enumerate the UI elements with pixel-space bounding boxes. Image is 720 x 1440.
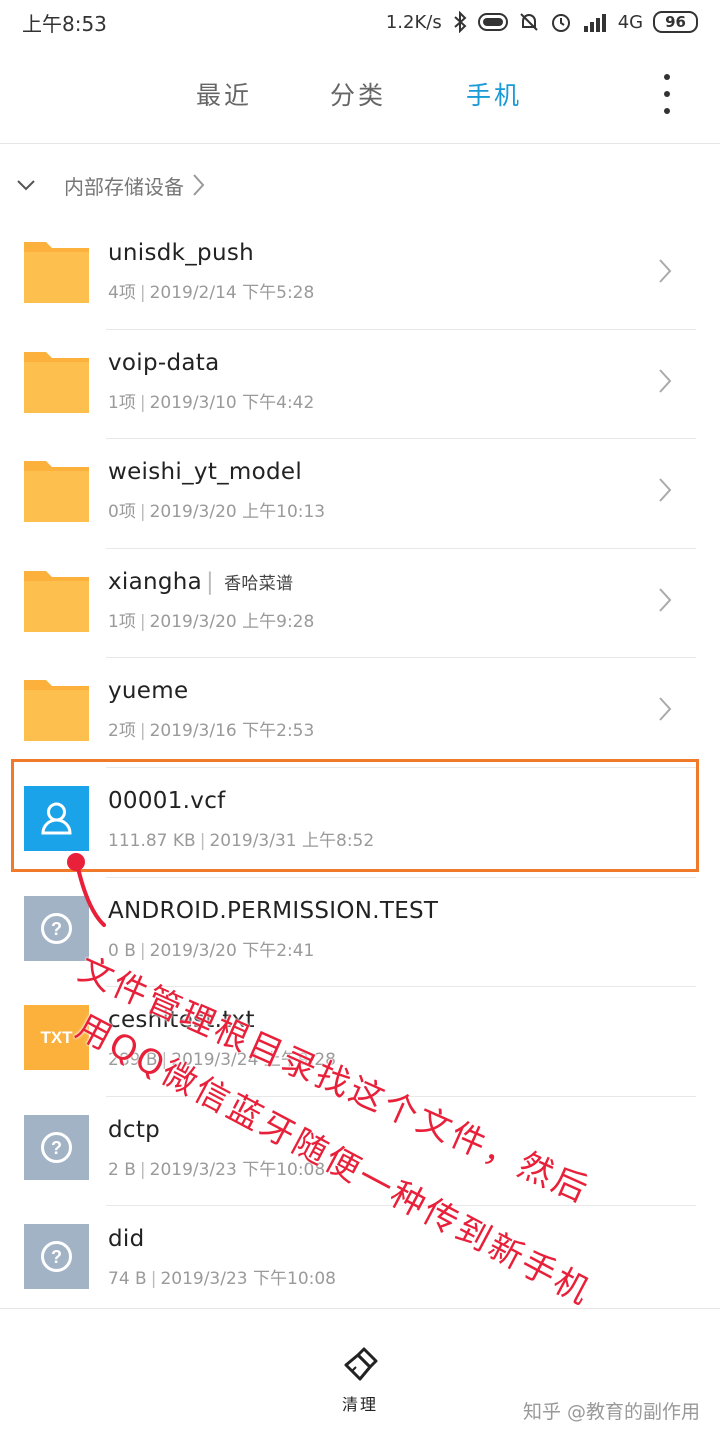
alarm-icon	[551, 14, 570, 32]
file-meta: 0 B | 2019/3/20 下午2:41	[108, 940, 315, 961]
status-bar: 上午8:53 1.2K/s 4G 96	[0, 0, 720, 44]
chevron-right-icon	[659, 697, 672, 722]
svg-text:?: ?	[51, 1247, 62, 1267]
breadcrumb[interactable]: 内部存储设备	[0, 150, 720, 220]
contact-icon	[24, 785, 89, 851]
chevron-down-icon	[17, 180, 35, 191]
txt-file-icon: TXT	[24, 1005, 89, 1071]
svg-text:?: ?	[51, 1138, 62, 1158]
tab-category[interactable]: 分类	[330, 76, 386, 112]
unknown-file-icon: ?	[24, 1114, 89, 1180]
file-meta: 1项 | 2019/3/20 上午9:28	[108, 611, 315, 632]
file-name: did	[108, 1226, 145, 1253]
folder-icon	[24, 461, 89, 523]
list-item[interactable]: xiangha | 香哈菜谱 1项 | 2019/3/20 上午9:28	[0, 549, 720, 659]
file-name: unisdk_push	[108, 240, 254, 266]
breadcrumb-label: 内部存储设备	[64, 174, 184, 199]
bluetooth-icon	[454, 11, 467, 33]
chevron-right-icon	[659, 478, 672, 502]
list-item[interactable]: TXT ceshitest.txt 289 B | 2019/3/24 上午9:28	[0, 987, 720, 1097]
file-name: dctp	[108, 1116, 161, 1143]
file-name: weishi_yt_model	[108, 459, 303, 486]
list-item[interactable]: yueme 2项 | 2019/3/16 下午2:53	[0, 658, 720, 768]
file-meta: 74 B | 2019/3/23 下午10:08	[108, 1269, 336, 1290]
file-name: ANDROID.PERMISSION.TEST	[108, 897, 439, 924]
more-menu-icon[interactable]	[664, 74, 672, 114]
broom-icon	[344, 1347, 378, 1381]
svg-text:?: ?	[51, 919, 62, 939]
txt-icon-label: TXT	[40, 1027, 73, 1047]
folder-icon	[24, 242, 89, 303]
chevron-right-icon	[659, 259, 672, 283]
file-meta: 289 B | 2019/3/24 上午9:28	[108, 1050, 336, 1071]
file-meta: 2项 | 2019/3/16 下午2:53	[108, 721, 315, 742]
folder-icon	[24, 570, 89, 632]
toggle-icon	[477, 13, 508, 31]
battery-indicator: 96	[653, 11, 698, 33]
list-item[interactable]: ? did 74 B | 2019/3/23 下午10:08	[0, 1206, 720, 1316]
list-item[interactable]: unisdk_push 4项 | 2019/2/14 下午5:28	[0, 220, 720, 330]
folder-icon	[24, 351, 89, 413]
mute-bell-icon	[520, 13, 538, 31]
list-item[interactable]: voip-data 1项 | 2019/3/10 下午4:42	[0, 330, 720, 440]
network-speed: 1.2K/s	[385, 11, 442, 33]
watermark: 知乎 @教育的副作用	[522, 1401, 700, 1423]
list-item[interactable]: ? dctp 2 B | 2019/3/23 下午10:08	[0, 1097, 720, 1207]
file-name: ceshitest.txt	[108, 1007, 255, 1034]
file-meta: 1项 | 2019/3/10 下午4:42	[108, 392, 315, 413]
file-list: unisdk_push 4项 | 2019/2/14 下午5:28 voip-dat…	[0, 220, 720, 1316]
chevron-right-icon	[659, 588, 672, 612]
top-nav: 最近 分类 手机	[0, 48, 720, 144]
unknown-file-icon: ?	[24, 895, 89, 961]
network-type: 4G	[617, 11, 644, 33]
folder-icon	[24, 680, 89, 742]
status-time: 上午8:53	[22, 11, 107, 36]
file-meta: 0项 | 2019/3/20 上午10:13	[108, 502, 326, 523]
file-name: yueme	[108, 678, 189, 705]
signal-icon	[583, 14, 606, 32]
file-meta: 2 B | 2019/3/23 下午10:08	[108, 1159, 326, 1180]
file-name: xiangha | 香哈菜谱	[108, 568, 294, 595]
file-meta: 4项 | 2019/2/14 下午5:28	[108, 283, 315, 303]
clean-button[interactable]: 清理	[330, 1345, 390, 1415]
status-icons: 1.2K/s 4G 96	[386, 11, 698, 33]
app-tag: 香哈菜谱	[224, 573, 294, 594]
clean-label: 清理	[341, 1395, 378, 1414]
chevron-right-icon	[193, 174, 205, 196]
tab-phone[interactable]: 手机	[466, 76, 522, 112]
list-item[interactable]: weishi_yt_model 0项 | 2019/3/20 上午10:13	[0, 439, 720, 549]
bottom-bar: 清理 知乎 @教育的副作用	[0, 1308, 720, 1440]
file-name: voip-data	[108, 349, 220, 376]
chevron-right-icon	[659, 368, 672, 393]
unknown-file-icon: ?	[24, 1224, 89, 1290]
file-name: 00001.vcf	[108, 787, 226, 814]
file-meta: 111.87 KB | 2019/3/31 上午8:52	[108, 830, 375, 851]
list-item[interactable]: 00001.vcf 111.87 KB | 2019/3/31 上午8:52	[0, 768, 720, 878]
tab-recent[interactable]: 最近	[196, 76, 252, 112]
list-item[interactable]: ? ANDROID.PERMISSION.TEST 0 B | 2019/3/20 …	[0, 878, 720, 988]
